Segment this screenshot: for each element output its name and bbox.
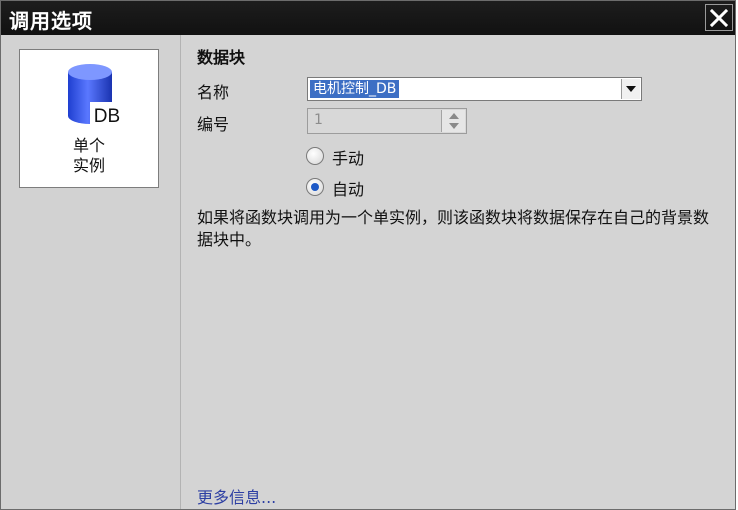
main-panel: 数据块 名称 电机控制_DB 编号 1 手动 自动 如果将函数块调用为一个单实例… <box>181 35 737 509</box>
chevron-down-icon <box>448 122 459 129</box>
radio-selected-dot <box>311 183 319 191</box>
name-dropdown[interactable]: 电机控制_DB <box>307 77 642 101</box>
option-label: 单个 实例 <box>20 136 158 176</box>
single-instance-option[interactable]: DB 单个 实例 <box>19 49 159 188</box>
close-icon <box>710 8 728 27</box>
sidebar: DB 单个 实例 <box>1 35 181 509</box>
call-options-dialog: 调用选项 DB 单个 实例 数据块 名称 电机控制_DB 编号 1 手动 自动 … <box>0 0 736 510</box>
number-value: 1 <box>314 112 323 128</box>
close-button[interactable] <box>705 4 733 31</box>
section-title: 数据块 <box>197 48 246 67</box>
name-label: 名称 <box>197 83 230 102</box>
dropdown-button[interactable] <box>621 79 640 99</box>
chevron-up-icon <box>448 112 459 119</box>
number-label: 编号 <box>197 115 230 134</box>
number-stepper[interactable]: 1 <box>307 108 467 134</box>
dialog-title: 调用选项 <box>9 9 93 33</box>
radio-button-manual[interactable] <box>306 147 324 165</box>
radio-auto-label: 自动 <box>332 180 365 199</box>
more-info-link[interactable]: 更多信息... <box>197 484 276 508</box>
spin-down-button[interactable] <box>442 120 465 131</box>
radio-button-auto[interactable] <box>306 178 324 196</box>
database-icon: DB <box>68 64 124 127</box>
option-label-line1: 单个 <box>72 136 105 155</box>
chevron-down-icon <box>626 86 636 92</box>
spinner[interactable] <box>441 110 465 132</box>
title-bar: 调用选项 <box>1 1 735 35</box>
name-value: 电机控制_DB <box>310 80 400 98</box>
option-label-line2: 实例 <box>72 156 105 175</box>
description-text: 如果将函数块调用为一个单实例，则该函数块将数据保存在自己的背景数据块中。 <box>197 208 710 249</box>
db-icon-text: DB <box>94 106 120 127</box>
radio-manual-label: 手动 <box>332 149 365 168</box>
